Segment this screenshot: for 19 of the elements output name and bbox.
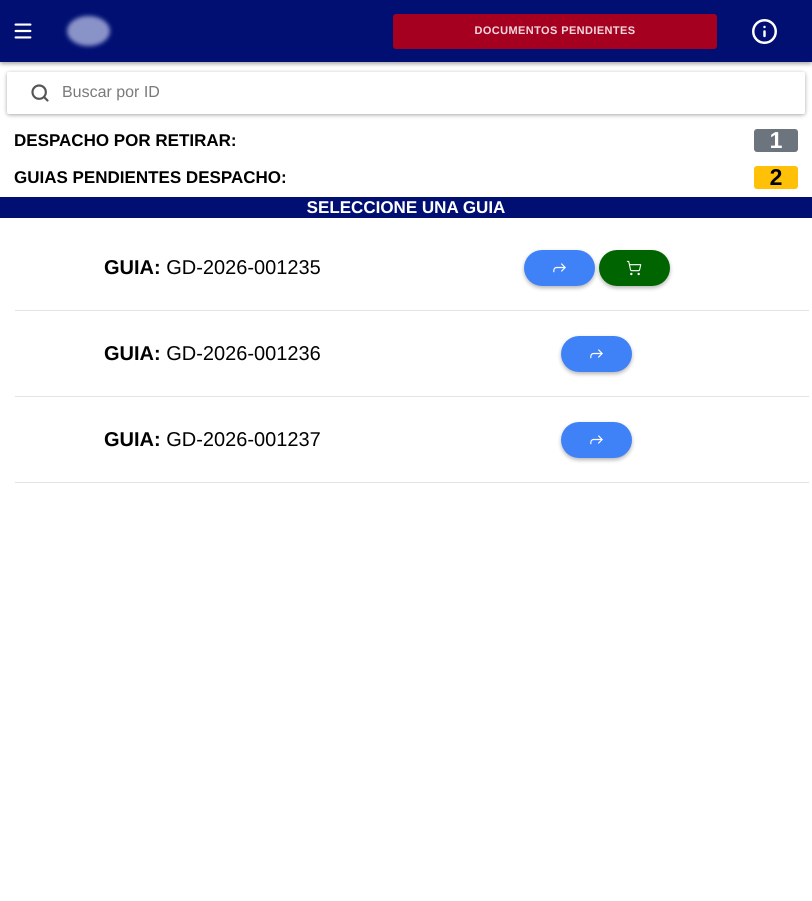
forward-button[interactable] [524,250,594,286]
forward-button[interactable] [561,336,632,372]
blurred-logo [67,16,110,46]
cart-button[interactable] [598,250,670,286]
section-banner: SELECCIONE UNA GUIA [0,197,812,218]
info-icon [751,18,778,44]
counter-label: DESPACHO POR RETIRAR: [14,130,237,152]
cart-icon [626,260,642,276]
search-field[interactable]: Buscar por ID [62,78,795,108]
counter-label: GUIAS PENDIENTES DESPACHO: [14,166,287,189]
info-button[interactable] [751,18,778,44]
count-badge: 2 [754,166,798,189]
guide-label: GUIA: GD-2026-001235 [104,256,321,278]
count-badge: 1 [754,129,798,152]
guide-label: GUIA: GD-2026-001237 [104,428,321,450]
pending-documents-button[interactable]: DOCUMENTOS PENDIENTES [393,14,717,48]
search-icon [30,83,50,103]
guide-label: GUIA: GD-2026-001236 [104,342,321,364]
forward-button[interactable] [561,422,632,458]
